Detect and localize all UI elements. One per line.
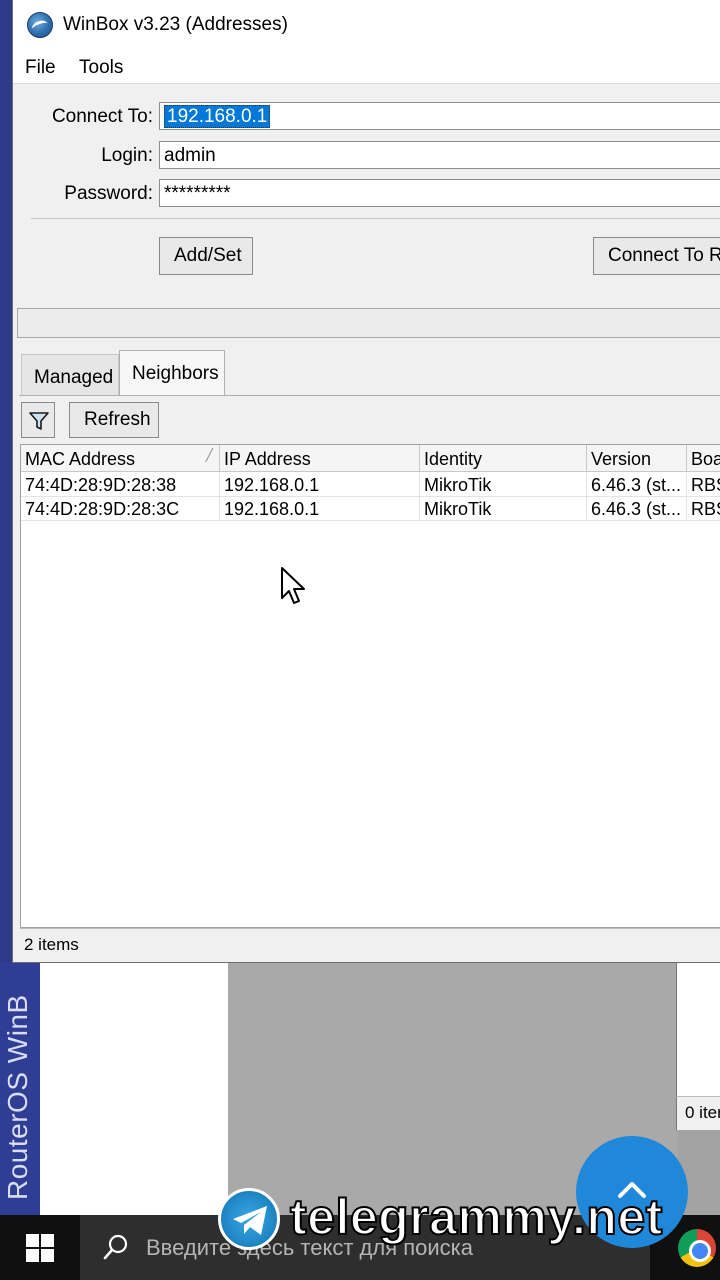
login-input[interactable]: admin	[159, 141, 720, 169]
login-label: Login:	[101, 145, 153, 166]
col-version[interactable]: Version	[587, 445, 687, 472]
status-bar: 2 items	[20, 928, 720, 960]
connect-to-input[interactable]: 192.168.0.1	[159, 102, 720, 130]
cell-version: 6.46.3 (st...	[587, 497, 687, 521]
filter-button[interactable]	[21, 402, 55, 438]
refresh-button[interactable]: Refresh	[69, 402, 159, 438]
windows-logo-icon	[26, 1234, 54, 1262]
menu-file[interactable]: File	[25, 57, 56, 79]
col-mac-label: MAC Address	[25, 449, 136, 469]
routeros-side-text: RouterOS WinB	[2, 994, 33, 1200]
col-mac-address[interactable]: MAC Address ╱	[21, 445, 220, 472]
connect-to-label: Connect To:	[51, 106, 153, 127]
add-set-button[interactable]: Add/Set	[159, 237, 253, 275]
menu-bar: File Tools	[13, 50, 720, 84]
search-icon	[103, 1234, 128, 1260]
cell-ip: 192.168.0.1	[220, 473, 420, 497]
watermark-text: telegrammy.net	[289, 1188, 663, 1246]
form-divider	[31, 218, 720, 219]
table-row[interactable]: 74:4D:28:9D:28:3C 192.168.0.1 MikroTik 6…	[21, 497, 720, 521]
window-title: WinBox v3.23 (Addresses)	[63, 14, 288, 35]
col-board[interactable]: Boa	[687, 445, 720, 472]
tab-managed[interactable]: Managed	[21, 354, 119, 396]
cell-identity: MikroTik	[420, 497, 587, 521]
cell-board: RBS	[687, 497, 720, 521]
cell-version: 6.46.3 (st...	[587, 473, 687, 497]
background-window-panel	[40, 962, 228, 1215]
title-bar[interactable]: WinBox v3.23 (Addresses)	[13, 0, 720, 50]
start-button[interactable]	[0, 1215, 80, 1280]
mouse-cursor-icon	[281, 567, 305, 604]
cell-mac: 74:4D:28:9D:28:3C	[21, 497, 220, 521]
background-right-status: 0 iter	[676, 1096, 720, 1130]
winbox-app-icon	[27, 12, 53, 38]
menu-tools[interactable]: Tools	[79, 57, 123, 79]
sort-indicator-icon: ╱	[205, 448, 213, 462]
col-identity[interactable]: Identity	[420, 445, 587, 472]
cell-board: RBS	[687, 473, 720, 497]
paper-plane-icon	[233, 1206, 267, 1235]
cell-identity: MikroTik	[420, 473, 587, 497]
table-header: MAC Address ╱ IP Address Identity Version…	[21, 445, 720, 472]
progress-bar	[17, 308, 720, 338]
telegram-logo-icon	[218, 1188, 280, 1250]
watermark: telegrammy.net	[218, 1186, 718, 1256]
cell-mac: 74:4D:28:9D:28:38	[21, 473, 220, 497]
filter-icon	[29, 412, 49, 430]
connect-to-value: 192.168.0.1	[164, 105, 271, 128]
tab-underline	[19, 395, 720, 396]
tab-neighbors[interactable]: Neighbors	[119, 350, 225, 396]
neighbors-table: MAC Address ╱ IP Address Identity Version…	[20, 444, 720, 928]
col-ip-address[interactable]: IP Address	[220, 445, 420, 472]
table-row[interactable]: 74:4D:28:9D:28:38 192.168.0.1 MikroTik 6…	[21, 473, 720, 497]
connect-to-ro-button[interactable]: Connect To Ro	[593, 237, 720, 275]
password-input[interactable]: *********	[159, 179, 720, 207]
cell-ip: 192.168.0.1	[220, 497, 420, 521]
winbox-window: WinBox v3.23 (Addresses) File Tools Conn…	[12, 0, 720, 963]
password-label: Password:	[64, 183, 153, 204]
